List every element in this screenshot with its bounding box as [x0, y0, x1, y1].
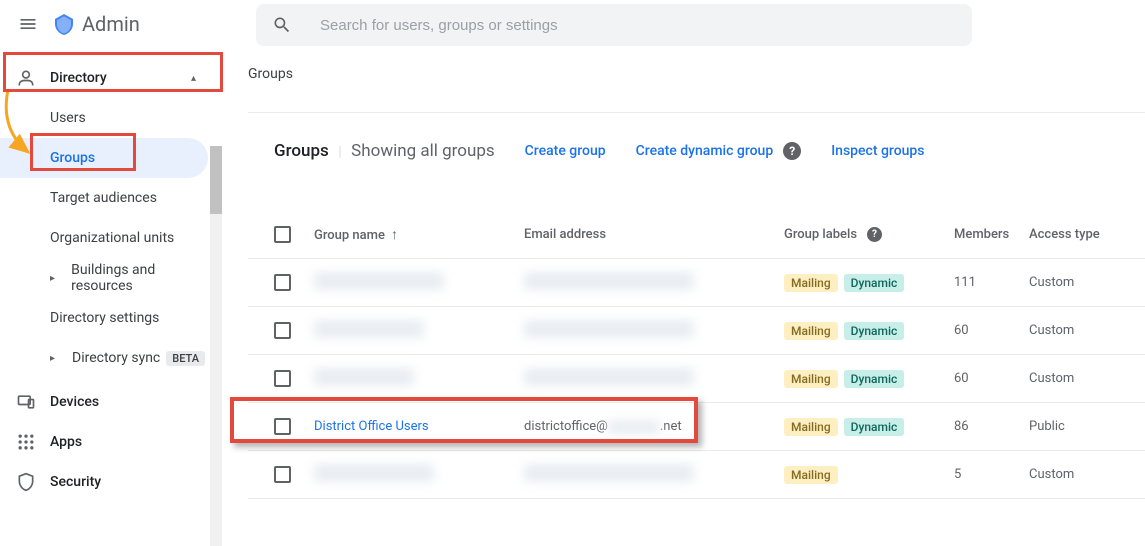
redacted-text [314, 320, 424, 338]
sidebar-item-groups[interactable]: Groups [0, 138, 208, 178]
dynamic-label: Dynamic [844, 418, 905, 436]
sidebar-apps[interactable]: Apps [0, 422, 208, 462]
redacted-text [314, 368, 414, 386]
mailing-label: Mailing [784, 418, 838, 436]
members-count: 60 [954, 323, 1029, 338]
mailing-label: Mailing [784, 370, 838, 388]
column-email[interactable]: Email address [524, 227, 784, 242]
inspect-groups-link[interactable]: Inspect groups [831, 143, 924, 159]
person-icon [16, 68, 36, 88]
mailing-label: Mailing [784, 274, 838, 292]
title-separator: | [338, 144, 341, 160]
redacted-text [314, 464, 434, 482]
row-checkbox[interactable] [274, 418, 291, 435]
redacted-text [524, 464, 694, 482]
access-type: Public [1029, 419, 1119, 434]
sidebar-item-users[interactable]: Users [0, 98, 208, 138]
sidebar-devices[interactable]: Devices [0, 382, 208, 422]
redacted-text [524, 272, 694, 290]
column-labels[interactable]: Group labels? [784, 227, 954, 242]
page-subtitle: Showing all groups [351, 141, 494, 161]
help-icon[interactable]: ? [783, 142, 801, 160]
page-title: Groups [274, 141, 329, 161]
table-row[interactable]: Mailing Dynamic 60 Custom [248, 355, 1145, 403]
redacted-text [524, 320, 694, 338]
apps-icon [16, 432, 36, 452]
panel-header: Groups | Showing all groups Create group… [248, 113, 1145, 189]
column-members[interactable]: Members [954, 227, 1029, 242]
breadcrumb: Groups [248, 66, 1145, 82]
table-row[interactable]: Mailing 5 Custom [248, 451, 1145, 499]
expand-caret-icon: ▸ [50, 273, 59, 284]
devices-icon [16, 392, 36, 412]
sort-ascending-icon: ↑ [391, 227, 398, 243]
table-header: Group name↑ Email address Group labels? … [248, 211, 1145, 259]
redacted-text [524, 368, 694, 386]
sidebar-item-target-audiences[interactable]: Target audiences [0, 178, 208, 218]
mailing-label: Mailing [784, 322, 838, 340]
search-icon [272, 15, 292, 35]
row-checkbox[interactable] [274, 370, 291, 387]
help-icon[interactable]: ? [867, 227, 882, 242]
sidebar-item-directory-settings[interactable]: Directory settings [0, 298, 208, 338]
access-type: Custom [1029, 467, 1119, 482]
members-count: 5 [954, 467, 1029, 482]
members-count: 111 [954, 275, 1029, 290]
shield-icon [16, 472, 36, 492]
dynamic-label: Dynamic [844, 370, 905, 388]
table-row[interactable]: Mailing Dynamic 111 Custom [248, 259, 1145, 307]
column-access[interactable]: Access type [1029, 227, 1119, 242]
collapse-caret-icon: ▴ [191, 73, 196, 84]
group-name-link[interactable]: District Office Users [314, 419, 429, 434]
members-count: 86 [954, 419, 1029, 434]
table-row[interactable]: District Office Users districtoffice@.ne… [248, 403, 1145, 451]
row-checkbox[interactable] [274, 322, 291, 339]
menu-icon [18, 14, 38, 34]
row-checkbox[interactable] [274, 466, 291, 483]
row-checkbox[interactable] [274, 274, 291, 291]
access-type: Custom [1029, 275, 1119, 290]
search-input[interactable] [320, 17, 956, 34]
create-group-link[interactable]: Create group [525, 143, 606, 159]
redacted-text [314, 272, 444, 290]
table-row[interactable]: Mailing Dynamic 60 Custom [248, 307, 1145, 355]
create-dynamic-group-link[interactable]: Create dynamic group [636, 143, 774, 159]
dynamic-label: Dynamic [844, 322, 905, 340]
sidebar-item-org-units[interactable]: Organizational units [0, 218, 208, 258]
access-type: Custom [1029, 323, 1119, 338]
sidebar: Directory ▴ Users Groups Target audience… [0, 48, 208, 505]
redacted-text [608, 420, 660, 434]
search-bar[interactable] [256, 4, 972, 46]
product-name: Admin [82, 12, 140, 36]
expand-caret-icon: ▸ [50, 353, 60, 364]
group-email: districtoffice@.net [524, 419, 784, 434]
beta-badge: BETA [166, 351, 205, 366]
admin-logo-icon [52, 12, 76, 36]
content-area: Groups Groups | Showing all groups Creat… [208, 48, 1145, 505]
sidebar-security[interactable]: Security [0, 462, 208, 502]
sidebar-directory[interactable]: Directory ▴ [0, 58, 208, 98]
sidebar-item-directory-sync[interactable]: ▸Directory syncBETA [0, 338, 208, 378]
dynamic-label: Dynamic [844, 274, 905, 292]
select-all-checkbox[interactable] [274, 226, 291, 243]
hamburger-menu-button[interactable] [8, 4, 48, 44]
access-type: Custom [1029, 371, 1119, 386]
sidebar-item-buildings[interactable]: ▸Buildings and resources [0, 258, 208, 298]
sidebar-directory-label: Directory [50, 70, 107, 86]
groups-table: Group name↑ Email address Group labels? … [248, 211, 1145, 499]
members-count: 60 [954, 371, 1029, 386]
column-name[interactable]: Group name↑ [314, 226, 524, 243]
product-logo[interactable]: Admin [52, 12, 140, 36]
mailing-label: Mailing [784, 466, 838, 484]
